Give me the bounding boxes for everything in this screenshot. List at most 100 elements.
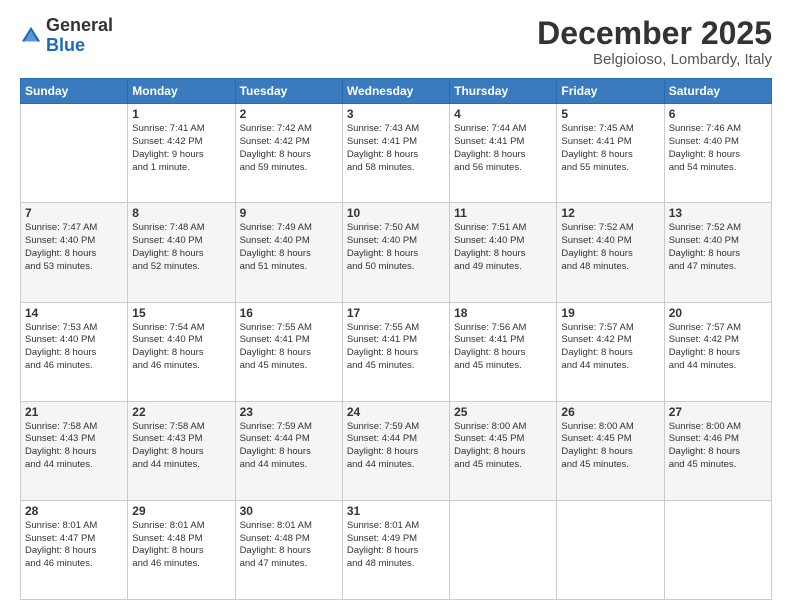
day-info: Sunrise: 7:58 AM Sunset: 4:43 PM Dayligh… <box>132 421 230 472</box>
calendar-cell: 22Sunrise: 7:58 AM Sunset: 4:43 PM Dayli… <box>128 401 235 500</box>
day-info: Sunrise: 7:45 AM Sunset: 4:41 PM Dayligh… <box>561 123 659 174</box>
calendar-cell: 5 Sunrise: 7:45 AM Sunset: 4:41 PM Daylig… <box>557 104 664 203</box>
calendar-cell: 1Sunrise: 7:41 AM Sunset: 4:42 PM Daylig… <box>128 104 235 203</box>
calendar-weekday-friday: Friday <box>557 79 664 104</box>
day-info: Sunrise: 8:00 AM Sunset: 4:45 PM Dayligh… <box>561 421 659 472</box>
calendar-weekday-thursday: Thursday <box>450 79 557 104</box>
day-number: 6 <box>669 107 767 121</box>
calendar-cell: 9Sunrise: 7:49 AM Sunset: 4:40 PM Daylig… <box>235 203 342 302</box>
day-info: Sunrise: 7:52 AM Sunset: 4:40 PM Dayligh… <box>669 222 767 273</box>
calendar-week-2: 7Sunrise: 7:47 AM Sunset: 4:40 PM Daylig… <box>21 203 772 302</box>
day-info: Sunrise: 7:53 AM Sunset: 4:40 PM Dayligh… <box>25 322 123 373</box>
day-number: 27 <box>669 405 767 419</box>
day-number: 31 <box>347 504 445 518</box>
day-info: Sunrise: 8:00 AM Sunset: 4:46 PM Dayligh… <box>669 421 767 472</box>
calendar-cell: 17 Sunrise: 7:55 AM Sunset: 4:41 PM Dayli… <box>342 302 449 401</box>
day-info: Sunrise: 8:01 AM Sunset: 4:48 PM Dayligh… <box>240 520 338 571</box>
calendar: SundayMondayTuesdayWednesdayThursdayFrid… <box>20 78 772 600</box>
calendar-cell: 14 Sunrise: 7:53 AM Sunset: 4:40 PM Dayli… <box>21 302 128 401</box>
day-number: 14 <box>25 306 123 320</box>
calendar-cell: 23 Sunrise: 7:59 AM Sunset: 4:44 PM Dayli… <box>235 401 342 500</box>
day-info: Sunrise: 7:54 AM Sunset: 4:40 PM Dayligh… <box>132 322 230 373</box>
calendar-weekday-monday: Monday <box>128 79 235 104</box>
calendar-cell: 10 Sunrise: 7:50 AM Sunset: 4:40 PM Dayli… <box>342 203 449 302</box>
day-number: 21 <box>25 405 123 419</box>
day-info: Sunrise: 7:48 AM Sunset: 4:40 PM Dayligh… <box>132 222 230 273</box>
calendar-weekday-wednesday: Wednesday <box>342 79 449 104</box>
day-info: Sunrise: 7:43 AM Sunset: 4:41 PM Dayligh… <box>347 123 445 174</box>
calendar-week-1: 1Sunrise: 7:41 AM Sunset: 4:42 PM Daylig… <box>21 104 772 203</box>
calendar-cell: 4 Sunrise: 7:44 AM Sunset: 4:41 PM Daylig… <box>450 104 557 203</box>
day-number: 7 <box>25 206 123 220</box>
calendar-cell <box>450 500 557 599</box>
day-number: 3 <box>347 107 445 121</box>
logo-general: General <box>46 15 113 35</box>
day-info: Sunrise: 7:57 AM Sunset: 4:42 PM Dayligh… <box>669 322 767 373</box>
day-info: Sunrise: 7:50 AM Sunset: 4:40 PM Dayligh… <box>347 222 445 273</box>
logo-icon <box>20 25 42 47</box>
day-info: Sunrise: 7:52 AM Sunset: 4:40 PM Dayligh… <box>561 222 659 273</box>
day-number: 25 <box>454 405 552 419</box>
day-info: Sunrise: 7:42 AM Sunset: 4:42 PM Dayligh… <box>240 123 338 174</box>
day-number: 18 <box>454 306 552 320</box>
calendar-cell: 19 Sunrise: 7:57 AM Sunset: 4:42 PM Dayli… <box>557 302 664 401</box>
calendar-cell: 27 Sunrise: 8:00 AM Sunset: 4:46 PM Dayli… <box>664 401 771 500</box>
day-info: Sunrise: 7:46 AM Sunset: 4:40 PM Dayligh… <box>669 123 767 174</box>
day-number: 5 <box>561 107 659 121</box>
calendar-weekday-tuesday: Tuesday <box>235 79 342 104</box>
day-number: 10 <box>347 206 445 220</box>
calendar-week-3: 14 Sunrise: 7:53 AM Sunset: 4:40 PM Dayli… <box>21 302 772 401</box>
day-info: Sunrise: 7:59 AM Sunset: 4:44 PM Dayligh… <box>347 421 445 472</box>
calendar-cell: 31Sunrise: 8:01 AM Sunset: 4:49 PM Dayli… <box>342 500 449 599</box>
day-number: 17 <box>347 306 445 320</box>
calendar-cell: 8 Sunrise: 7:48 AM Sunset: 4:40 PM Daylig… <box>128 203 235 302</box>
calendar-week-5: 28Sunrise: 8:01 AM Sunset: 4:47 PM Dayli… <box>21 500 772 599</box>
day-number: 24 <box>347 405 445 419</box>
day-number: 9 <box>240 206 338 220</box>
calendar-cell <box>557 500 664 599</box>
day-info: Sunrise: 7:44 AM Sunset: 4:41 PM Dayligh… <box>454 123 552 174</box>
day-info: Sunrise: 7:57 AM Sunset: 4:42 PM Dayligh… <box>561 322 659 373</box>
calendar-cell: 24 Sunrise: 7:59 AM Sunset: 4:44 PM Dayli… <box>342 401 449 500</box>
calendar-cell: 28Sunrise: 8:01 AM Sunset: 4:47 PM Dayli… <box>21 500 128 599</box>
calendar-weekday-sunday: Sunday <box>21 79 128 104</box>
day-info: Sunrise: 8:00 AM Sunset: 4:45 PM Dayligh… <box>454 421 552 472</box>
month-title: December 2025 <box>537 16 772 51</box>
calendar-cell: 13 Sunrise: 7:52 AM Sunset: 4:40 PM Dayli… <box>664 203 771 302</box>
day-number: 28 <box>25 504 123 518</box>
page: General Blue December 2025 Belgioioso, L… <box>0 0 792 612</box>
calendar-cell: 26 Sunrise: 8:00 AM Sunset: 4:45 PM Dayli… <box>557 401 664 500</box>
calendar-cell: 2 Sunrise: 7:42 AM Sunset: 4:42 PM Daylig… <box>235 104 342 203</box>
day-number: 20 <box>669 306 767 320</box>
day-number: 30 <box>240 504 338 518</box>
calendar-header-row: SundayMondayTuesdayWednesdayThursdayFrid… <box>21 79 772 104</box>
day-info: Sunrise: 8:01 AM Sunset: 4:48 PM Dayligh… <box>132 520 230 571</box>
day-info: Sunrise: 7:59 AM Sunset: 4:44 PM Dayligh… <box>240 421 338 472</box>
day-number: 2 <box>240 107 338 121</box>
day-number: 19 <box>561 306 659 320</box>
title-block: December 2025 Belgioioso, Lombardy, Ital… <box>537 16 772 68</box>
day-number: 29 <box>132 504 230 518</box>
calendar-week-4: 21 Sunrise: 7:58 AM Sunset: 4:43 PM Dayli… <box>21 401 772 500</box>
day-number: 8 <box>132 206 230 220</box>
calendar-cell: 18Sunrise: 7:56 AM Sunset: 4:41 PM Dayli… <box>450 302 557 401</box>
calendar-cell: 25 Sunrise: 8:00 AM Sunset: 4:45 PM Dayli… <box>450 401 557 500</box>
calendar-weekday-saturday: Saturday <box>664 79 771 104</box>
calendar-cell: 15 Sunrise: 7:54 AM Sunset: 4:40 PM Dayli… <box>128 302 235 401</box>
day-info: Sunrise: 7:55 AM Sunset: 4:41 PM Dayligh… <box>240 322 338 373</box>
calendar-cell: 7Sunrise: 7:47 AM Sunset: 4:40 PM Daylig… <box>21 203 128 302</box>
day-number: 15 <box>132 306 230 320</box>
day-info: Sunrise: 7:55 AM Sunset: 4:41 PM Dayligh… <box>347 322 445 373</box>
logo-text: General Blue <box>46 16 113 56</box>
day-number: 16 <box>240 306 338 320</box>
calendar-cell: 12Sunrise: 7:52 AM Sunset: 4:40 PM Dayli… <box>557 203 664 302</box>
day-number: 4 <box>454 107 552 121</box>
day-number: 1 <box>132 107 230 121</box>
day-number: 26 <box>561 405 659 419</box>
logo-blue: Blue <box>46 35 85 55</box>
calendar-cell <box>664 500 771 599</box>
day-number: 23 <box>240 405 338 419</box>
header: General Blue December 2025 Belgioioso, L… <box>20 16 772 68</box>
day-number: 13 <box>669 206 767 220</box>
location-subtitle: Belgioioso, Lombardy, Italy <box>537 51 772 68</box>
